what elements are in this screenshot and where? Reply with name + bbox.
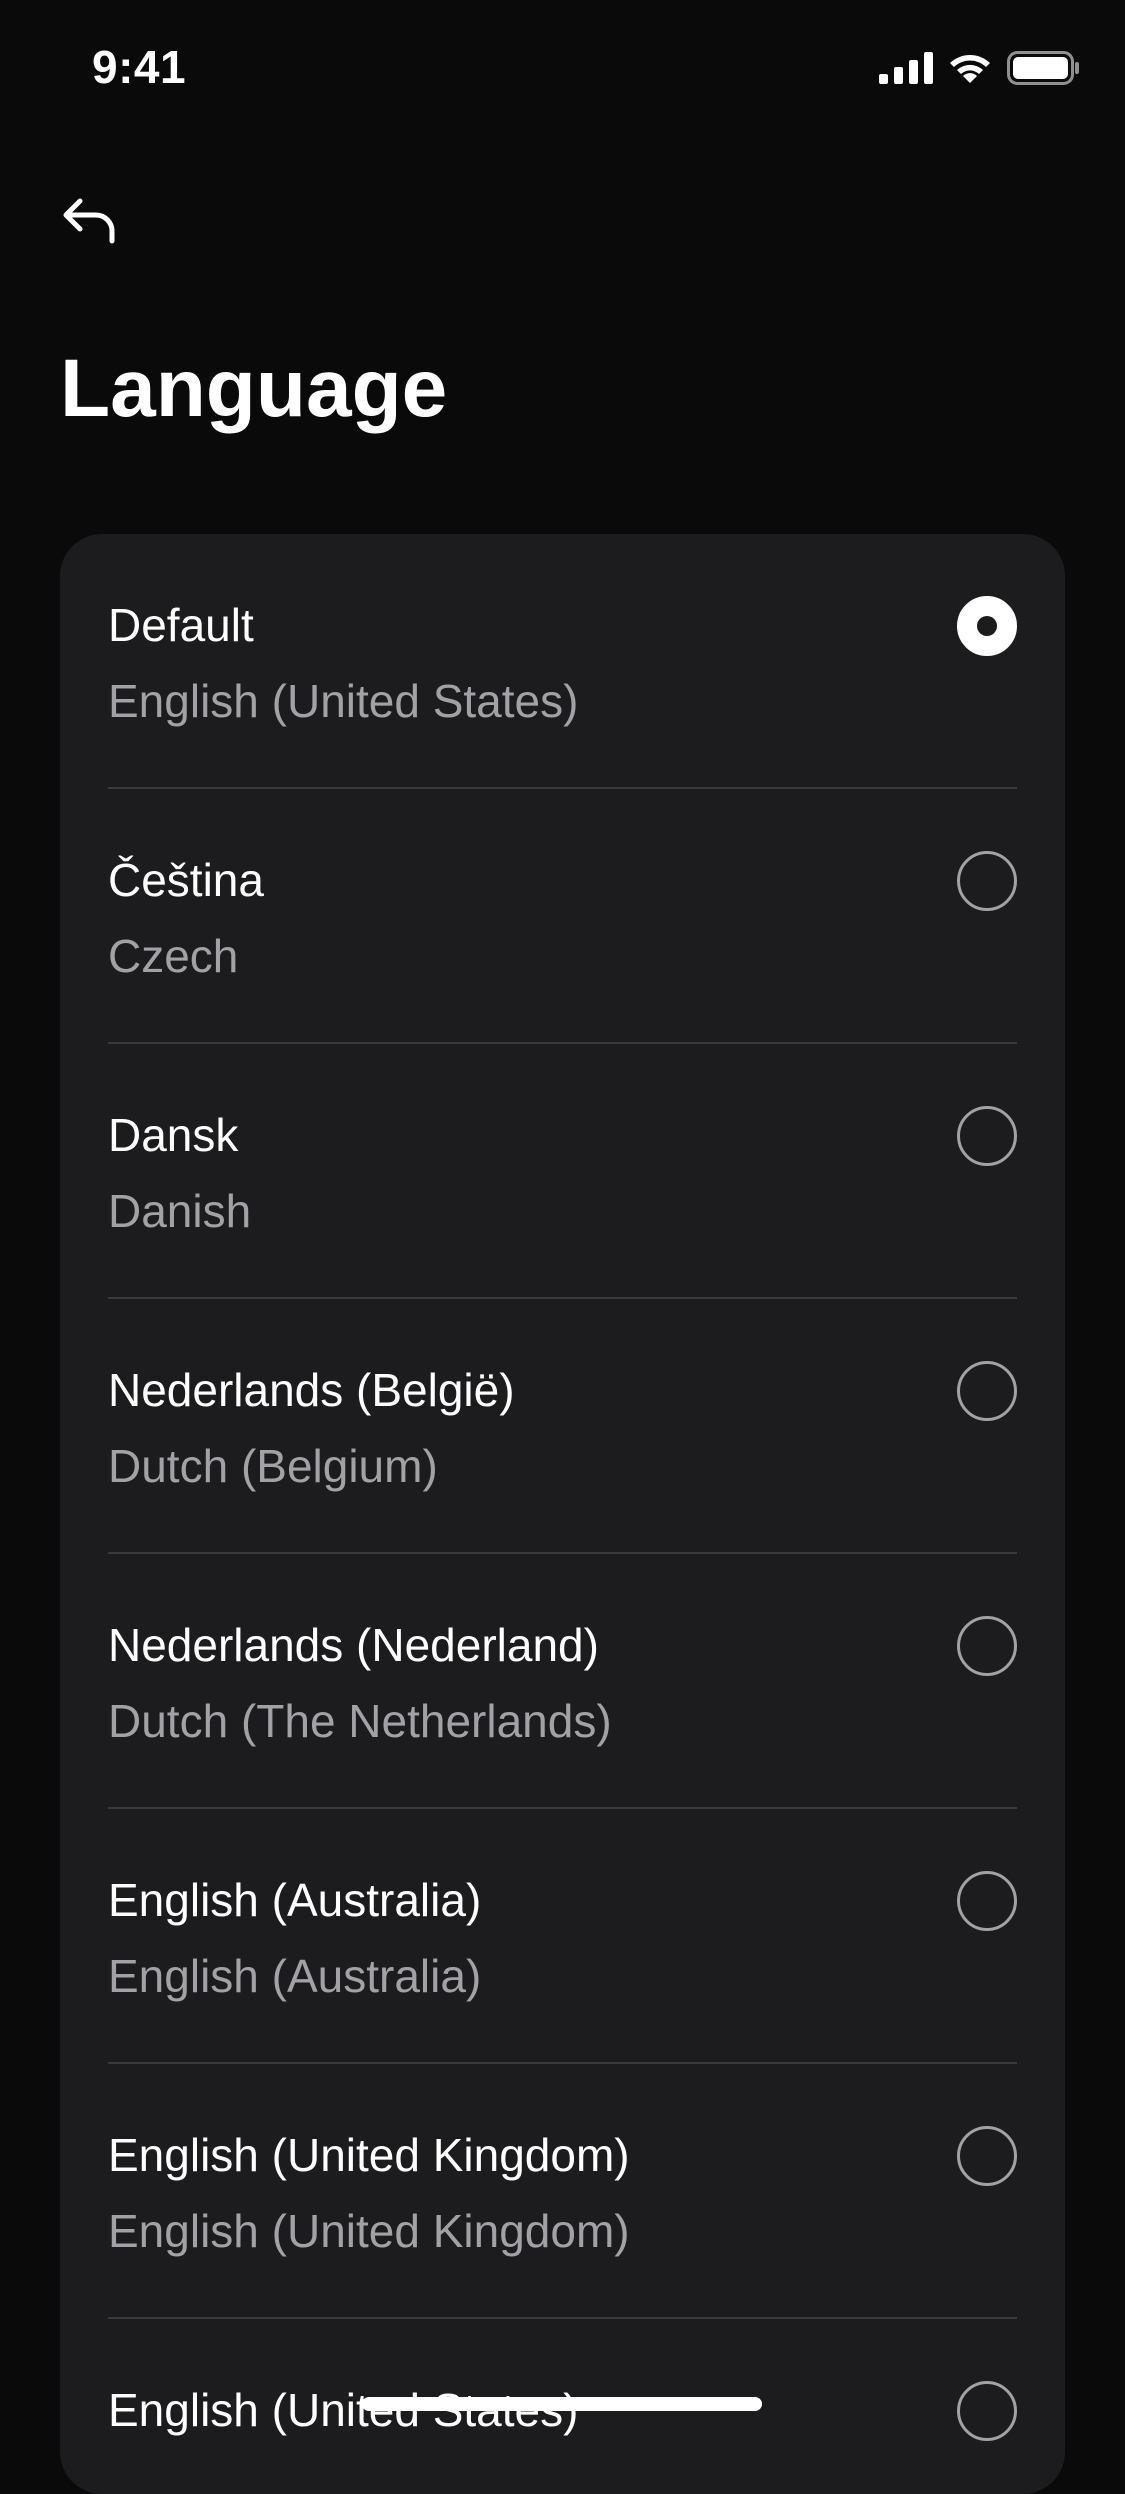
language-option[interactable]: English (Australia) English (Australia) (108, 1809, 1017, 2064)
radio-unselected[interactable] (957, 1871, 1017, 1931)
language-native-name: Default (108, 599, 254, 651)
wifi-icon (947, 51, 993, 90)
back-arrow-icon (60, 195, 120, 252)
language-english-name: Dutch (The Netherlands) (108, 1695, 612, 1747)
back-button[interactable] (52, 188, 128, 258)
language-option[interactable]: Dansk Danish (108, 1044, 1017, 1299)
language-option[interactable]: Čeština Czech (108, 789, 1017, 1044)
language-option[interactable]: Nederlands (Nederland) Dutch (The Netherl… (108, 1554, 1017, 1809)
language-option[interactable]: English (United Kingdom) English (United … (108, 2064, 1017, 2319)
status-icons (879, 50, 1081, 90)
radio-unselected[interactable] (957, 1616, 1017, 1676)
language-english-name: English (United Kingdom) (108, 2205, 630, 2257)
radio-unselected[interactable] (957, 2126, 1017, 2186)
radio-unselected[interactable] (957, 1361, 1017, 1421)
language-english-name: English (United States) (108, 675, 579, 727)
radio-unselected[interactable] (957, 851, 1017, 911)
language-english-name: Danish (108, 1185, 252, 1237)
home-indicator[interactable] (362, 2397, 762, 2411)
language-native-name: English (Australia) (108, 1874, 482, 1926)
language-native-name: English (United Kingdom) (108, 2129, 630, 2181)
language-native-name: Nederlands (Nederland) (108, 1619, 599, 1671)
language-list-card: Default English (United States) Čeština Cze… (60, 534, 1065, 2494)
language-list: Default English (United States) Čeština Cze… (60, 534, 1065, 2494)
language-native-name: Nederlands (België) (108, 1364, 515, 1416)
language-english-name: Dutch (Belgium) (108, 1440, 438, 1492)
radio-unselected[interactable] (957, 2381, 1017, 2441)
status-time: 9:41 (92, 41, 187, 93)
language-option[interactable]: Nederlands (België) Dutch (Belgium) (108, 1299, 1017, 1554)
radio-unselected[interactable] (957, 1106, 1017, 1166)
page-title: Language (60, 343, 448, 434)
status-bar: 9:41 (0, 0, 1125, 132)
language-native-name: Dansk (108, 1109, 239, 1161)
cellular-signal-icon (879, 51, 933, 89)
radio-selected[interactable] (957, 596, 1017, 656)
language-english-name: English (Australia) (108, 1950, 482, 2002)
battery-icon (1007, 50, 1081, 90)
language-english-name: Czech (108, 930, 239, 982)
language-option[interactable]: Default English (United States) (108, 534, 1017, 789)
language-native-name: Čeština (108, 854, 264, 906)
